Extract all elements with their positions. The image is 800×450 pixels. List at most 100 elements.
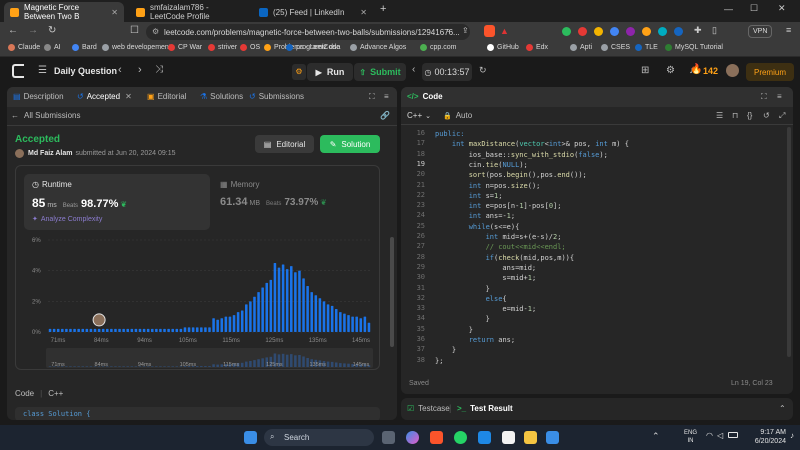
problem-list-link[interactable]: Daily Question bbox=[54, 66, 117, 76]
editorial-button[interactable]: ▤ Editorial bbox=[255, 135, 314, 153]
bookmark-item[interactable]: web developement bbox=[102, 44, 171, 51]
close-tab-icon[interactable]: ✕ bbox=[125, 92, 132, 101]
taskbar-search[interactable]: ⌕ Search bbox=[264, 429, 374, 446]
sidebar-icon[interactable]: ▯ bbox=[712, 25, 717, 36]
tab-code[interactable]: </> Code bbox=[407, 92, 443, 101]
streak-count[interactable]: 142 bbox=[703, 66, 718, 76]
new-tab-button[interactable]: + bbox=[380, 3, 386, 15]
tab-editorial[interactable]: ▣ Editorial bbox=[147, 92, 186, 101]
extension-4-icon[interactable] bbox=[610, 27, 619, 36]
leetcode-logo-icon[interactable] bbox=[12, 64, 24, 78]
bookmark-icon[interactable]: ⊓ bbox=[732, 111, 738, 120]
premium-button[interactable]: Premium bbox=[746, 63, 794, 81]
user-position-avatar[interactable] bbox=[92, 313, 106, 327]
code-line[interactable]: public: bbox=[435, 129, 465, 139]
code-line[interactable]: int e=pos[n-1]-pos[0]; bbox=[435, 201, 562, 211]
autocomplete-toggle[interactable]: 🔒 Auto bbox=[443, 111, 472, 120]
analyze-complexity-link[interactable]: ✦ Analyze Complexity bbox=[32, 215, 102, 224]
expand-panel-icon[interactable]: ⌃ bbox=[779, 404, 786, 413]
user-avatar[interactable] bbox=[15, 149, 24, 158]
code-line[interactable]: int n=pos.size(); bbox=[435, 181, 541, 191]
code-line[interactable]: e=mid-1; bbox=[435, 304, 536, 314]
extension-3-icon[interactable] bbox=[594, 27, 603, 36]
tab-submissions[interactable]: ↺ Submissions bbox=[249, 92, 304, 101]
store-icon[interactable] bbox=[546, 431, 559, 444]
bookmark-item[interactable]: programiz dsa bbox=[286, 44, 340, 51]
share-icon[interactable]: ⇪ bbox=[462, 26, 469, 35]
extension-7-icon[interactable] bbox=[658, 27, 667, 36]
task-view-icon[interactable] bbox=[382, 431, 395, 444]
code-line[interactable]: int ans=-1; bbox=[435, 211, 515, 221]
tab-test-result[interactable]: >_ Test Result bbox=[457, 404, 513, 413]
close-tab-icon[interactable]: ✕ bbox=[111, 8, 118, 17]
format-icon[interactable]: ☰ bbox=[716, 111, 723, 120]
code-line[interactable]: sort(pos.begin(),pos.end()); bbox=[435, 170, 587, 180]
bookmark-item[interactable]: OS bbox=[240, 44, 260, 51]
avatar[interactable] bbox=[726, 64, 739, 77]
prev-problem-icon[interactable]: ‹ bbox=[118, 64, 122, 76]
submit-button[interactable]: ⇧ Submit bbox=[354, 63, 406, 81]
copilot-icon[interactable] bbox=[406, 431, 419, 444]
code-line[interactable]: } bbox=[435, 345, 456, 355]
browser-tab-leetcode-profile[interactable]: smfaizalam786 - LeetCode Profile bbox=[130, 2, 250, 22]
timer-collapse-icon[interactable]: ‹ bbox=[412, 64, 415, 75]
code-line[interactable]: cin.tie(NULL); bbox=[435, 160, 528, 170]
windows-start-icon[interactable] bbox=[244, 431, 257, 444]
bookmark-item[interactable]: striver bbox=[208, 44, 237, 51]
code-line[interactable]: } bbox=[435, 284, 490, 294]
left-scrollbar[interactable] bbox=[390, 237, 394, 347]
clock[interactable]: 9:17 AM 6/20/2024 bbox=[746, 428, 786, 446]
problem-list-icon[interactable]: ☰ bbox=[38, 65, 47, 76]
zoom-icon[interactable]: ⌕ bbox=[446, 26, 450, 36]
user-name[interactable]: Md Faiz Alam bbox=[28, 150, 72, 157]
extension-8-icon[interactable] bbox=[674, 27, 683, 36]
bookmark-item[interactable]: AI bbox=[44, 44, 61, 51]
tab-description[interactable]: ▤ Description bbox=[13, 92, 64, 101]
minimize-icon[interactable]: — bbox=[724, 4, 733, 14]
brave-browser-icon[interactable] bbox=[430, 431, 443, 444]
url-input[interactable]: ⚙ leetcode.com/problems/magnetic-force-b… bbox=[146, 24, 470, 40]
memory-box[interactable]: ▦ Memory 61.34 MB Beats 73.97% ❦ bbox=[212, 174, 372, 230]
forward-icon[interactable]: → bbox=[28, 25, 38, 36]
menu-icon[interactable]: ≡ bbox=[786, 25, 791, 35]
wifi-icon[interactable]: ◠ bbox=[706, 431, 713, 440]
vpn-button[interactable]: VPN bbox=[748, 25, 773, 38]
bookmark-item[interactable]: CSES bbox=[601, 44, 630, 51]
solution-button[interactable]: ✎ Solution bbox=[320, 135, 380, 153]
code-line[interactable]: return ans; bbox=[435, 335, 515, 345]
all-submissions-link[interactable]: ← All Submissions bbox=[11, 111, 80, 120]
code-line[interactable]: }; bbox=[435, 356, 443, 366]
collapse-panel-icon[interactable]: ≡ bbox=[777, 92, 782, 101]
bookmark-page-icon[interactable]: ☐ bbox=[130, 25, 139, 36]
language-indicator[interactable]: ENG IN bbox=[684, 429, 697, 445]
extensions-puzzle-icon[interactable]: ✚ bbox=[694, 25, 702, 36]
run-button[interactable]: ▶ Run bbox=[307, 63, 353, 81]
extension-5-icon[interactable] bbox=[626, 27, 635, 36]
code-line[interactable]: while(s<=e){ bbox=[435, 222, 520, 232]
browser-tab-leetcode-problem[interactable]: Magnetic Force Between Two B ✕ bbox=[4, 2, 124, 22]
bookmark-item[interactable]: Bard bbox=[72, 44, 97, 51]
editor-scrollbar[interactable] bbox=[787, 127, 791, 357]
runtime-distribution-chart[interactable]: 0% 2% 4% 6% 71ms 84ms 94ms 105ms 115ms 125ms 135ms… bbox=[16, 232, 381, 370]
bookmark-item[interactable]: MySQL Tutorial bbox=[665, 44, 723, 51]
runtime-box[interactable]: ◷ Runtime 85 ms Beats 98.77% ❦ ✦ Analyze… bbox=[24, 174, 210, 230]
streak-fire-icon[interactable]: 🔥 bbox=[690, 64, 702, 75]
code-line[interactable]: int mid=s+(e-s)/2; bbox=[435, 232, 562, 242]
layout-icon[interactable]: ⊞ bbox=[641, 65, 649, 76]
bookmark-item[interactable]: Edx bbox=[526, 44, 548, 51]
code-line[interactable]: int maxDistance(vector<int>& pos, int m)… bbox=[435, 139, 629, 149]
code-line[interactable]: int s=1; bbox=[435, 191, 503, 201]
settings-icon[interactable]: ⚙ bbox=[666, 65, 675, 76]
extension-6-icon[interactable] bbox=[642, 27, 651, 36]
tab-accepted[interactable]: ↺ Accepted ✕ bbox=[77, 92, 132, 101]
code-line[interactable]: else{ bbox=[435, 294, 507, 304]
close-window-icon[interactable]: ✕ bbox=[778, 3, 786, 14]
bookmark-item[interactable]: CP War bbox=[168, 44, 202, 51]
braces-icon[interactable]: {} bbox=[747, 111, 752, 120]
shuffle-icon[interactable]: ⤨ bbox=[155, 64, 163, 75]
reload-icon[interactable]: ↻ bbox=[48, 25, 56, 36]
code-line[interactable]: } bbox=[435, 325, 473, 335]
close-tab-icon[interactable]: ✕ bbox=[360, 8, 367, 17]
code-line[interactable]: if(check(mid,pos,m)){ bbox=[435, 253, 575, 263]
next-problem-icon[interactable]: › bbox=[138, 64, 142, 76]
